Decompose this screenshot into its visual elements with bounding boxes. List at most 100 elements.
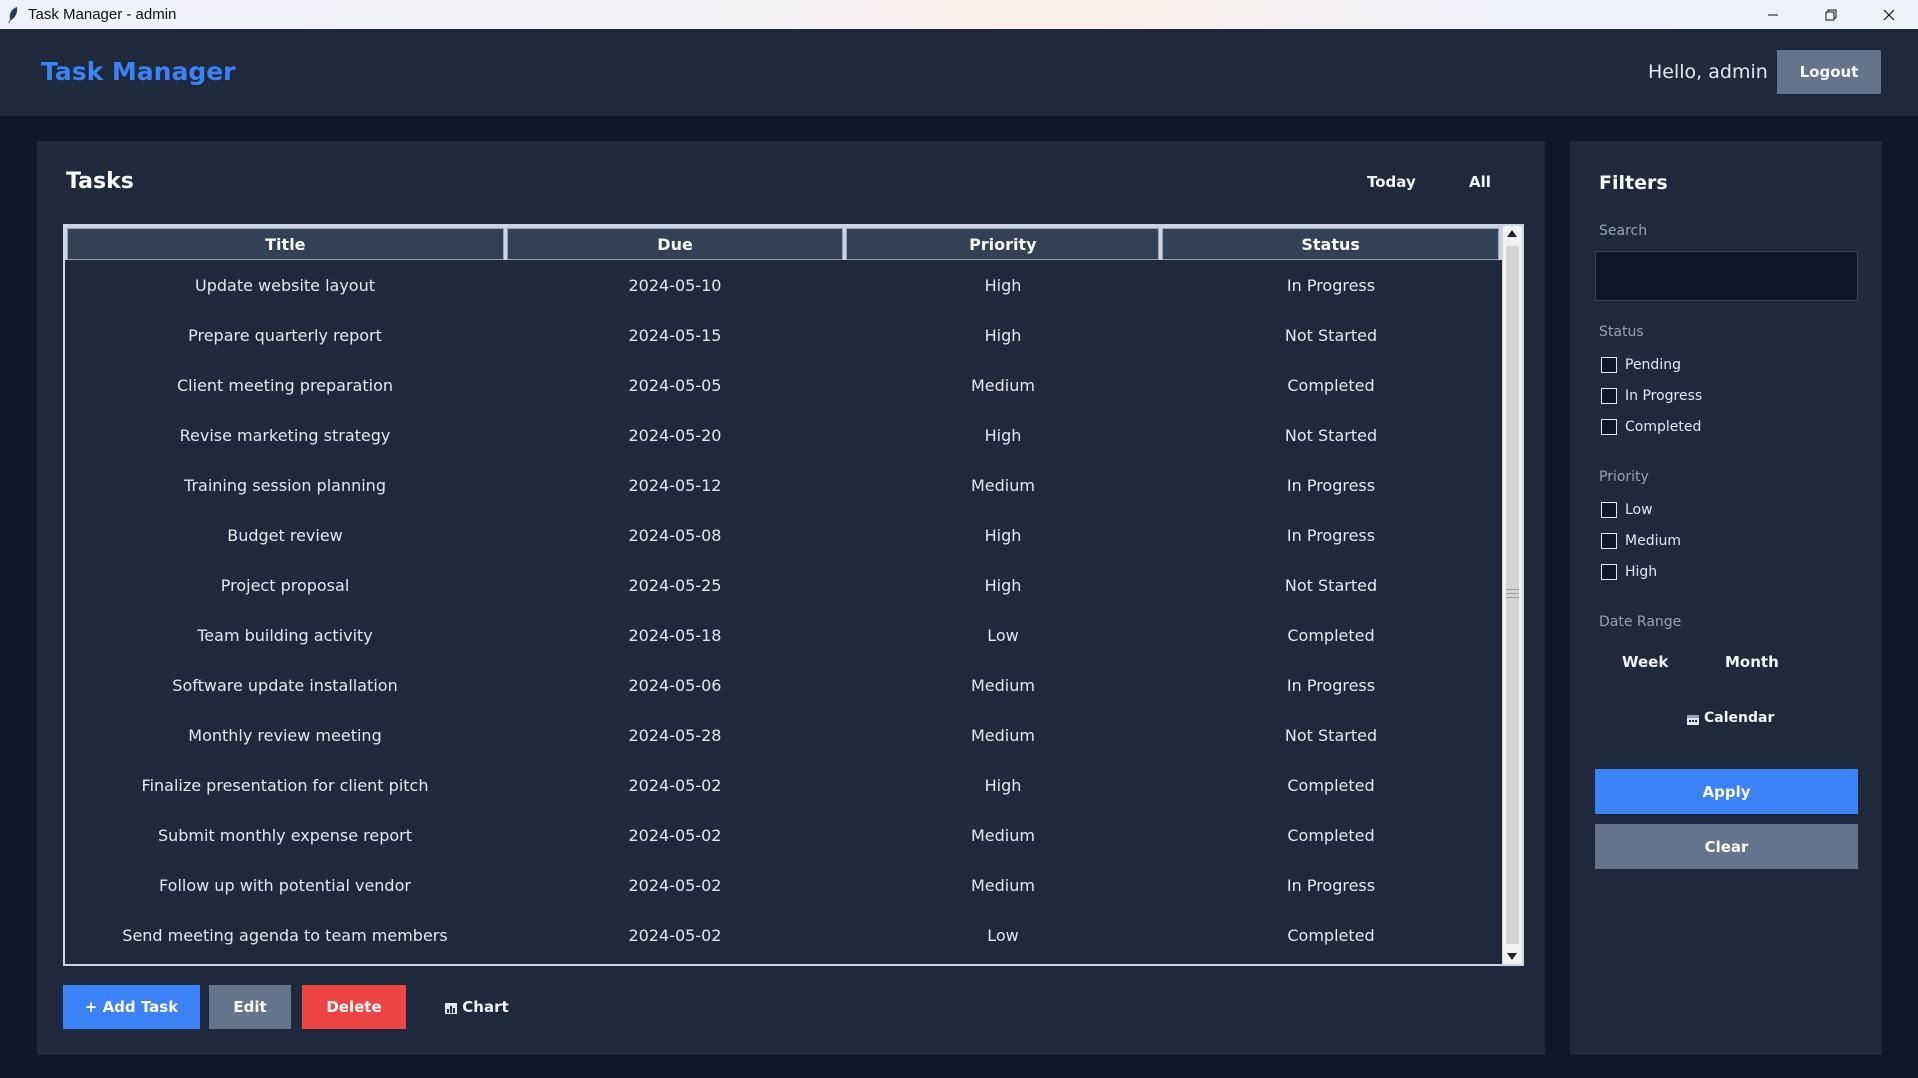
status-completed-checkbox[interactable]: Completed [1601, 419, 1701, 435]
checkbox-box[interactable] [1601, 502, 1617, 518]
column-header-due[interactable]: Due [506, 228, 844, 260]
delete-task-button[interactable]: Delete [302, 985, 406, 1029]
status-in-progress-checkbox[interactable]: In Progress [1601, 388, 1702, 404]
clear-filters-button[interactable]: Clear [1595, 824, 1858, 869]
table-row[interactable]: Follow up with potential vendor 2024-05-0… [65, 860, 1502, 910]
task-title-cell: Team building activity [197, 625, 373, 645]
task-status-cell: In Progress [1286, 525, 1376, 545]
apply-filters-button[interactable]: Apply [1595, 769, 1858, 814]
minimize-icon [1768, 14, 1778, 15]
task-priority-cell: Medium [971, 675, 1035, 695]
tasks-title: Tasks [66, 169, 134, 194]
task-title-cell: Prepare quarterly report [188, 325, 382, 345]
table-row[interactable]: Send meeting agenda to team members 2024-… [65, 910, 1502, 960]
chart-button[interactable]: Chart [442, 985, 512, 1029]
task-due-cell: 2024-05-08 [628, 525, 722, 545]
task-title-cell: Revise marketing strategy [179, 425, 391, 445]
checkbox-box[interactable] [1601, 564, 1617, 580]
scroll-grip-icon [1506, 589, 1519, 598]
task-status-cell: Completed [1287, 775, 1375, 795]
minimize-button[interactable] [1744, 0, 1802, 29]
add-task-button[interactable]: + Add Task [63, 985, 200, 1029]
task-status-cell: Not Started [1284, 575, 1378, 595]
table-row[interactable]: Software update installation 2024-05-06 Me… [65, 660, 1502, 710]
close-window-button[interactable] [1860, 0, 1918, 29]
checkbox-box[interactable] [1601, 388, 1617, 404]
restore-icon [1825, 9, 1837, 20]
checkbox-box[interactable] [1601, 419, 1617, 435]
user-greeting: Hello, admin [1648, 61, 1768, 83]
app-header: Task Manager Hello, admin Logout [0, 29, 1918, 116]
task-due-cell: 2024-05-10 [628, 275, 722, 295]
task-due-cell: 2024-05-18 [628, 625, 722, 645]
table-row[interactable]: Update website layout 2024-05-10 High In Pr… [65, 260, 1502, 310]
task-priority-cell: High [984, 575, 1022, 595]
table-row[interactable]: Monthly review meeting 2024-05-28 Medium No… [65, 710, 1502, 760]
scroll-down-icon[interactable] [1507, 953, 1517, 960]
column-header-title[interactable]: Title [67, 228, 504, 260]
task-due-cell: 2024-05-25 [628, 575, 722, 595]
checkbox-box[interactable] [1601, 533, 1617, 549]
table-row[interactable]: Project proposal 2024-05-25 High Not Starte… [65, 560, 1502, 610]
task-status-cell: Not Started [1284, 425, 1378, 445]
status-filter-label: Status [1599, 324, 1644, 340]
task-due-cell: 2024-05-12 [628, 475, 722, 495]
logout-button[interactable]: Logout [1777, 50, 1881, 94]
task-title-cell: Monthly review meeting [188, 725, 382, 745]
task-priority-cell: High [984, 525, 1022, 545]
priority-low-checkbox[interactable]: Low [1601, 502, 1653, 518]
priority-medium-label: Medium [1625, 533, 1681, 549]
task-due-cell: 2024-05-28 [628, 725, 722, 745]
checkbox-box[interactable] [1601, 357, 1617, 373]
table-row[interactable]: Submit monthly expense report 2024-05-02 M… [65, 810, 1502, 860]
table-row[interactable]: Finalize presentation for client pitch 20… [65, 760, 1502, 810]
date-range-label: Date Range [1599, 614, 1682, 630]
week-range-button[interactable]: Week [1622, 653, 1668, 671]
table-row[interactable]: Client meeting preparation 2024-05-05 Medi… [65, 360, 1502, 410]
table-header: Title Due Priority Status [65, 226, 1502, 260]
task-status-cell: In Progress [1286, 475, 1376, 495]
task-due-cell: 2024-05-02 [628, 875, 722, 895]
window-titlebar: Task Manager - admin [0, 0, 1918, 29]
table-scrollbar[interactable] [1502, 226, 1522, 964]
task-status-cell: Completed [1287, 625, 1375, 645]
task-priority-cell: Medium [971, 375, 1035, 395]
restore-button[interactable] [1802, 0, 1860, 29]
table-row[interactable]: Training session planning 2024-05-12 Mediu… [65, 460, 1502, 510]
task-priority-cell: High [984, 425, 1022, 445]
task-title-cell: Submit monthly expense report [157, 825, 413, 845]
task-due-cell: 2024-05-20 [628, 425, 722, 445]
priority-filter-label: Priority [1599, 469, 1649, 485]
column-header-priority[interactable]: Priority [846, 228, 1160, 260]
month-range-button[interactable]: Month [1725, 653, 1779, 671]
task-title-cell: Budget review [227, 525, 343, 545]
status-pending-checkbox[interactable]: Pending [1601, 357, 1681, 373]
edit-task-button[interactable]: Edit [209, 985, 291, 1029]
app-title: Task Manager [41, 57, 236, 86]
calendar-button[interactable]: Calendar [1687, 710, 1774, 726]
priority-high-checkbox[interactable]: High [1601, 564, 1657, 580]
feather-icon [8, 6, 18, 23]
column-header-status[interactable]: Status [1162, 228, 1499, 260]
task-status-cell: In Progress [1286, 675, 1376, 695]
window-title: Task Manager - admin [28, 6, 177, 23]
task-status-cell: Completed [1287, 825, 1375, 845]
table-row[interactable]: Prepare quarterly report 2024-05-15 High No… [65, 310, 1502, 360]
table-row[interactable]: Revise marketing strategy 2024-05-20 High N… [65, 410, 1502, 460]
search-input[interactable] [1595, 251, 1858, 301]
search-label: Search [1599, 223, 1648, 239]
task-priority-cell: Low [987, 625, 1019, 645]
priority-medium-checkbox[interactable]: Medium [1601, 533, 1681, 549]
table-row[interactable]: Team building activity 2024-05-18 Low Compl… [65, 610, 1502, 660]
task-priority-cell: High [984, 325, 1022, 345]
task-status-cell: Not Started [1284, 325, 1378, 345]
today-view-button[interactable]: Today [1367, 173, 1416, 191]
scroll-up-icon[interactable] [1507, 230, 1517, 237]
task-title-cell: Update website layout [194, 275, 376, 295]
task-status-cell: Not Started [1284, 725, 1378, 745]
tasks-table[interactable]: Title Due Priority Status Update website… [63, 224, 1524, 966]
all-view-button[interactable]: All [1469, 173, 1491, 191]
chart-icon [445, 1003, 458, 1014]
table-row[interactable]: Budget review 2024-05-08 High In Progress [65, 510, 1502, 560]
table-body: Update website layout 2024-05-10 High In Pr… [65, 260, 1502, 960]
